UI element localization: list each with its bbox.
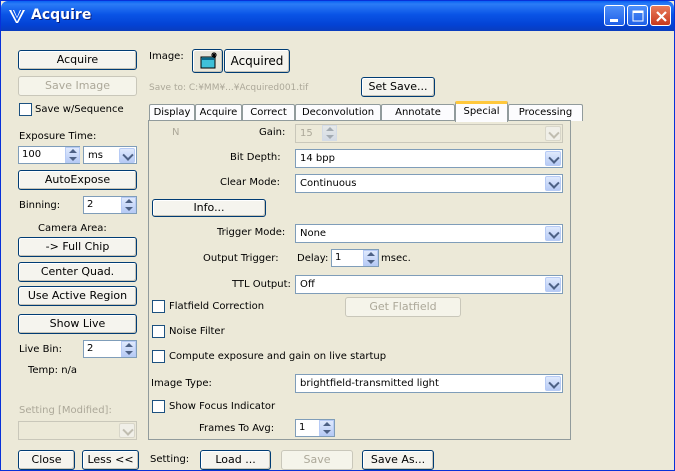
load-button[interactable]: Load ... [200,450,271,470]
tab-display[interactable]: Display [149,104,195,121]
chevron-down-icon [545,176,561,191]
exposure-unit-select[interactable]: ms [83,146,137,164]
clear-mode-value: Continuous [300,178,357,189]
chevron-down-icon [545,376,561,391]
chevron-down-icon [119,423,135,438]
save-sequence-label: Save w/Sequence [35,104,124,115]
bit-depth-value: 14 bpp [300,153,335,164]
live-bin-value: 2 [87,343,94,354]
tab-correct[interactable]: Correct [242,104,295,121]
tab-annotate[interactable]: Annotate [381,104,455,121]
gain-spinner[interactable] [322,125,337,141]
compute-exposure-label: Compute exposure and gain on live startu… [169,351,387,362]
ttl-output-value: Off [300,279,315,290]
chevron-down-icon [545,277,561,292]
tab-special[interactable]: Special [455,101,508,122]
new-image-button[interactable] [192,49,223,73]
exposure-time-label: Exposure Time: [19,131,97,142]
gain-label: Gain: [259,127,286,138]
window-title: Acquire [31,7,92,23]
bit-depth-select[interactable]: 14 bpp [295,149,563,168]
acquire-button[interactable]: Acquire [18,50,137,70]
camera-area-label: Camera Area: [38,223,107,234]
setting-select[interactable] [18,421,137,440]
trigger-mode-label: Trigger Mode: [217,227,286,238]
binning-value: 2 [87,199,94,210]
minimize-icon [610,19,618,22]
ttl-output-label: TTL Output: [232,279,291,290]
show-live-button[interactable]: Show Live [18,314,137,334]
focus-indicator-checkbox[interactable] [152,400,165,413]
exposure-unit-value: ms [88,150,103,161]
binning-label: Binning: [19,200,61,211]
app-logo-icon [9,9,25,23]
trigger-mode-value: None [300,228,327,239]
clear-mode-label: Clear Mode: [220,177,280,188]
new-image-icon [200,52,217,69]
output-trigger-label: Output Trigger: [203,253,279,264]
close-window-button[interactable] [650,5,671,26]
live-bin-spinner[interactable] [121,341,136,357]
frames-spinner[interactable] [319,420,334,436]
tab-processing[interactable]: Processing [508,104,583,121]
save-image-button[interactable]: Save Image [18,76,137,96]
msec-label: msec. [381,253,411,264]
frames-to-avg-label: Frames To Avg: [199,423,275,434]
less-button[interactable]: Less << [82,450,139,470]
acquired-button[interactable]: Acquired [224,49,290,73]
noise-filter-checkbox[interactable] [152,325,165,338]
title-bar[interactable]: Acquire [1,1,674,31]
trigger-mode-select[interactable]: None [295,224,563,243]
delay-label: Delay: [297,253,329,264]
live-bin-label: Live Bin: [19,344,62,355]
tab-deconvolution[interactable]: Deconvolution [295,104,381,121]
image-type-value: brightfield-transmitted light [300,378,439,389]
set-save-button[interactable]: Set Save... [361,77,435,97]
save-to-path: Save to: C:¥MM¥...¥Acquired001.tif [149,83,309,93]
delay-spinner[interactable] [363,250,378,266]
tab-acquire[interactable]: Acquire [195,104,242,121]
ttl-output-select[interactable]: Off [295,275,563,294]
exposure-time-value: 100 [22,149,42,160]
chevron-down-icon [545,126,561,141]
compute-exposure-checkbox[interactable] [152,350,165,363]
flatfield-label: Flatfield Correction [169,301,265,312]
center-quad-button[interactable]: Center Quad. [18,262,137,282]
maximize-button[interactable] [627,5,648,26]
chevron-down-icon [119,148,135,163]
setting-label: Setting: [150,454,190,465]
close-icon [656,11,667,22]
frames-to-avg-value: 1 [299,422,306,433]
n-label: N [172,127,180,138]
chevron-down-icon [545,226,561,241]
noise-filter-label: Noise Filter [169,326,225,337]
delay-value: 1 [335,252,342,263]
maximize-icon [632,10,644,22]
bit-depth-label: Bit Depth: [230,152,281,163]
focus-indicator-label: Show Focus Indicator [169,401,276,412]
autoexpose-button[interactable]: AutoExpose [18,170,137,190]
binning-spinner[interactable] [121,197,136,213]
chevron-down-icon [545,151,561,166]
image-label: Image: [149,51,184,62]
image-type-label: Image Type: [151,378,212,389]
exposure-spinner[interactable] [65,147,80,163]
get-flatfield-button[interactable]: Get Flatfield [345,297,461,317]
save-sequence-checkbox[interactable] [19,103,32,116]
save-setting-button[interactable]: Save [281,450,353,470]
clear-mode-select[interactable]: Continuous [295,174,563,193]
setting-modified-label: Setting [Modified]: [19,405,112,416]
minimize-button[interactable] [604,5,625,26]
flatfield-checkbox[interactable] [152,300,165,313]
image-type-select[interactable]: brightfield-transmitted light [295,374,563,393]
gain-value: 15 [300,128,313,139]
info-button[interactable]: Info... [152,199,266,217]
temperature-label: Temp: n/a [28,365,78,376]
close-button[interactable]: Close [18,450,75,470]
full-chip-button[interactable]: -> Full Chip [18,237,137,257]
acquire-window: Acquire Acquire Save Image Save w/Sequen… [0,0,675,471]
use-active-region-button[interactable]: Use Active Region [18,286,137,306]
save-as-button[interactable]: Save As... [362,450,434,470]
